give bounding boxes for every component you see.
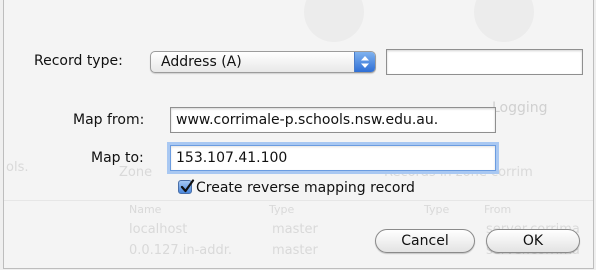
background-toolbar-icon bbox=[304, 0, 364, 42]
background-tab-logging: Logging bbox=[492, 100, 548, 116]
background-column-type: Type bbox=[424, 203, 450, 216]
record-type-extra-field[interactable] bbox=[386, 49, 583, 75]
map-to-field[interactable]: 153.107.41.100 bbox=[170, 145, 496, 171]
cancel-button[interactable]: Cancel bbox=[375, 229, 475, 253]
record-type-popup[interactable]: Address (A) bbox=[150, 51, 376, 73]
background-divider bbox=[4, 200, 593, 201]
background-zone-label: Zone bbox=[119, 165, 153, 180]
reverse-mapping-checkbox[interactable] bbox=[178, 179, 195, 194]
background-column-from: From bbox=[484, 203, 512, 216]
background-toolbar-icon bbox=[474, 0, 534, 42]
record-type-value: Address (A) bbox=[161, 54, 242, 70]
map-from-label: Map from: bbox=[73, 112, 145, 128]
reverse-mapping-label[interactable]: Create reverse mapping record bbox=[196, 180, 415, 196]
background-row-type: master bbox=[272, 243, 318, 258]
background-column-name: Name bbox=[129, 203, 162, 216]
updown-arrows-icon bbox=[354, 52, 375, 72]
background-row-name: localhost bbox=[129, 222, 188, 237]
background-row-name: 0.0.127.in-addr. bbox=[129, 243, 233, 258]
add-record-sheet: ols. Logging Zone Records in zone corrim… bbox=[3, 0, 594, 269]
background-column-type: Type bbox=[269, 203, 295, 216]
record-type-label: Record type: bbox=[34, 53, 123, 69]
map-to-label: Map to: bbox=[91, 150, 144, 166]
background-sidebar-label: ols. bbox=[6, 160, 29, 175]
checkmark-icon bbox=[180, 179, 195, 193]
ok-button[interactable]: OK bbox=[486, 229, 580, 253]
map-from-field[interactable]: www.corrimale-p.schools.nsw.edu.au. bbox=[170, 107, 496, 133]
background-row-type: master bbox=[272, 222, 318, 237]
